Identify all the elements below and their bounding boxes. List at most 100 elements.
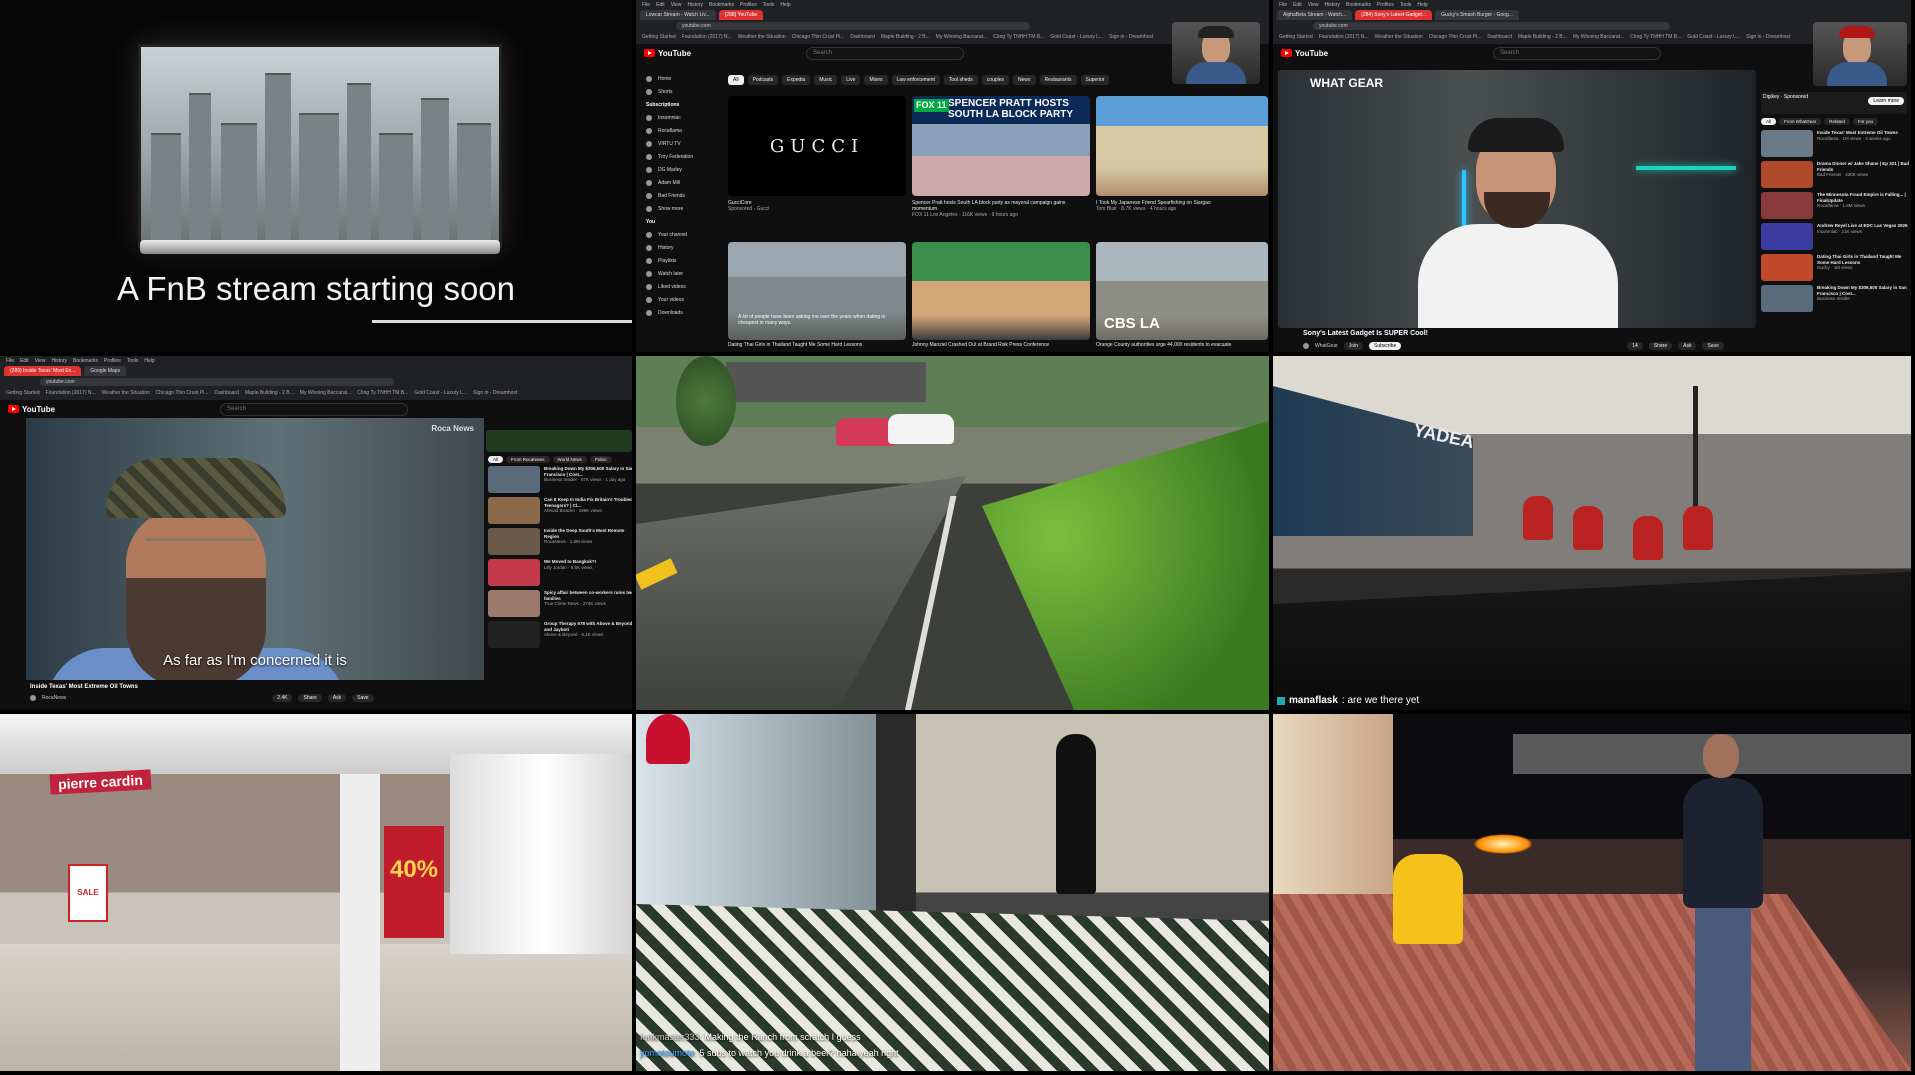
share-button[interactable]: Share [1648, 342, 1673, 350]
save-button[interactable]: Save [352, 694, 374, 702]
recommended-video[interactable]: We Moved to Bangkok?! Lilly Jordan · 9.5K… [488, 559, 632, 587]
chip[interactable]: Podcasts [747, 75, 779, 85]
chat-username[interactable]: funkmaster333 [640, 1032, 700, 1042]
search-input[interactable]: Search [1493, 47, 1661, 60]
recommended-video[interactable]: Andrew Reyel Live at EDC Las Vegas 2026 I… [1761, 223, 1911, 251]
bookmark[interactable]: Dashboard [1487, 34, 1511, 40]
menu-item[interactable]: View [671, 2, 682, 8]
share-button[interactable]: Share [298, 694, 322, 702]
video-thumbnail[interactable] [912, 242, 1090, 340]
bookmark[interactable]: Maple Building - 2 B... [881, 34, 930, 40]
sidebar-item[interactable]: Your videos [640, 293, 718, 306]
save-button[interactable]: Save [1702, 342, 1724, 350]
bookmark[interactable]: Foundation (2017) N... [1319, 34, 1369, 40]
video-title[interactable]: Spencer Pratt hosts South LA block party… [912, 200, 1065, 212]
browser-tab[interactable]: Google Maps [84, 366, 127, 376]
recommended-video[interactable]: Breaking Down My $306,500 Salary in San … [1761, 285, 1911, 313]
video-thumbnail[interactable]: FOX 11 SPENCER PRATT HOSTS SOUTH LA BLOCK… [912, 96, 1090, 196]
video-thumbnail[interactable] [1096, 96, 1268, 196]
filter-chip[interactable]: From WhatGear [1779, 118, 1822, 125]
bookmark[interactable]: Dashboard [214, 390, 238, 396]
video-card[interactable]: GUCCI GucciCore Sponsored · Gucci [728, 96, 906, 236]
sidebar-subscription[interactable]: DG Marley [640, 163, 718, 176]
bookmark[interactable]: Công Ty TNHH TM B... [1630, 34, 1681, 40]
recommended-video[interactable]: Breaking Down My $306,500 Salary in San … [488, 466, 632, 494]
browser-tab[interactable]: Gucky's Smash Burger - Goog... [1435, 10, 1519, 20]
sidebar-show-more[interactable]: Show more [640, 202, 718, 215]
bookmark[interactable]: Gold Coast - Luxury L... [414, 390, 467, 396]
chat-username[interactable]: manaflask [1289, 695, 1338, 706]
bookmark[interactable]: Dashboard [850, 34, 874, 40]
sidebar-item[interactable]: Watch later [640, 267, 718, 280]
menu-item[interactable]: Edit [1293, 2, 1302, 8]
video-title[interactable]: Orange County authorities urge 44,000 re… [1096, 342, 1231, 348]
menu-item[interactable]: Tools [763, 2, 775, 8]
sidebar-item-home[interactable]: Home [640, 72, 718, 85]
menu-item[interactable]: View [1308, 2, 1319, 8]
bookmark[interactable]: Foundation (2017) N... [682, 34, 732, 40]
chip[interactable]: Restaurants [1039, 75, 1077, 85]
sidebar-item[interactable]: Liked videos [640, 280, 718, 293]
address-bar[interactable]: youtube.com [1313, 22, 1670, 30]
recommended-video[interactable]: Inside the Deep South's Most Remote Regi… [488, 528, 632, 556]
video-card[interactable]: I Took My Japanese Friend Spearfishing o… [1096, 96, 1268, 236]
rec-thumbnail[interactable] [488, 559, 540, 586]
rec-thumbnail[interactable] [1761, 192, 1813, 219]
video-thumbnail[interactable]: GUCCI [728, 96, 906, 196]
bookmark[interactable]: Sign in - Dreamhost [473, 390, 517, 396]
sidebar-you-header[interactable]: You [640, 215, 718, 228]
sidebar-subscription[interactable]: Troy Federation [640, 150, 718, 163]
sidebar-subscription[interactable]: Rocaflama [640, 124, 718, 137]
filter-chip[interactable]: For you [1852, 118, 1879, 125]
search-input[interactable]: Search [220, 403, 408, 416]
search-input[interactable]: Search [806, 47, 964, 60]
menu-item[interactable]: Profiles [740, 2, 757, 8]
menu-item[interactable]: Help [144, 358, 154, 364]
rec-thumbnail[interactable] [488, 590, 540, 617]
menu-item[interactable]: Profiles [1377, 2, 1394, 8]
recommended-video[interactable]: The Minnesota Fraud Empire is Falling...… [1761, 192, 1911, 220]
menu-item[interactable]: History [51, 358, 67, 364]
bookmark[interactable]: My Winning Baccarat... [300, 390, 351, 396]
video-card[interactable]: CBS LA Orange County authorities urge 44… [1096, 242, 1268, 352]
browser-tab-active[interactable]: (288) YouTube [718, 10, 764, 20]
browser-tab[interactable]: Lowcar Stream - Watch Liv... [640, 10, 716, 20]
rec-thumbnail[interactable] [488, 497, 540, 524]
filter-chip[interactable]: World News [552, 456, 587, 463]
recommended-video[interactable]: Spicy affair between co-workers ruins tw… [488, 590, 632, 618]
rec-thumbnail[interactable] [488, 528, 540, 555]
recommended-video[interactable]: Can It Keep In India Fix Britain's Troub… [488, 497, 632, 525]
ask-button[interactable]: Ask [327, 694, 347, 702]
recommended-video[interactable]: Dating Thai Girls in Thailand Taught Me … [1761, 254, 1911, 282]
sidebar-item[interactable]: History [640, 241, 718, 254]
channel-name[interactable]: RocaNews [42, 695, 66, 701]
menu-item[interactable]: History [1324, 2, 1340, 8]
menu-item[interactable]: File [1279, 2, 1287, 8]
bookmark[interactable]: Maple Building - 2 B... [245, 390, 294, 396]
bookmark[interactable]: Weather the Situation [1375, 34, 1423, 40]
bookmark[interactable]: Chicago Thin Crust Pi... [792, 34, 845, 40]
sidebar-item[interactable]: Playlists [640, 254, 718, 267]
video-player[interactable]: WHAT GEAR [1278, 70, 1756, 328]
rec-thumbnail[interactable] [488, 621, 540, 648]
sidebar-subscription[interactable]: Adam Mill [640, 176, 718, 189]
rec-thumbnail[interactable] [1761, 254, 1813, 281]
menu-item[interactable]: View [35, 358, 46, 364]
filter-chip[interactable]: Related [1824, 118, 1850, 125]
menu-item[interactable]: Edit [20, 358, 29, 364]
sidebar-subscription[interactable]: VIRTU TV [640, 137, 718, 150]
chip[interactable]: Mixes [864, 75, 888, 85]
like-button[interactable]: 2.4K [272, 694, 293, 702]
bookmark[interactable]: Weather the Situation [102, 390, 150, 396]
sidebar-item-shorts[interactable]: Shorts [640, 85, 718, 98]
chip[interactable]: Tool sheds [943, 75, 978, 85]
video-thumbnail[interactable]: A lot of people have been asking me over… [728, 242, 906, 340]
browser-tab[interactable]: AlphaBeta Stream - Watch... [1277, 10, 1353, 20]
rec-thumbnail[interactable] [1761, 130, 1813, 157]
bookmark[interactable]: Getting Started [6, 390, 40, 396]
youtube-logo[interactable]: YouTube [644, 49, 691, 58]
channel-avatar-icon[interactable] [1303, 343, 1309, 349]
menu-item[interactable]: Bookmarks [1346, 2, 1371, 8]
filter-chip[interactable]: Politic [589, 456, 612, 463]
bookmark[interactable]: Getting Started [1279, 34, 1313, 40]
